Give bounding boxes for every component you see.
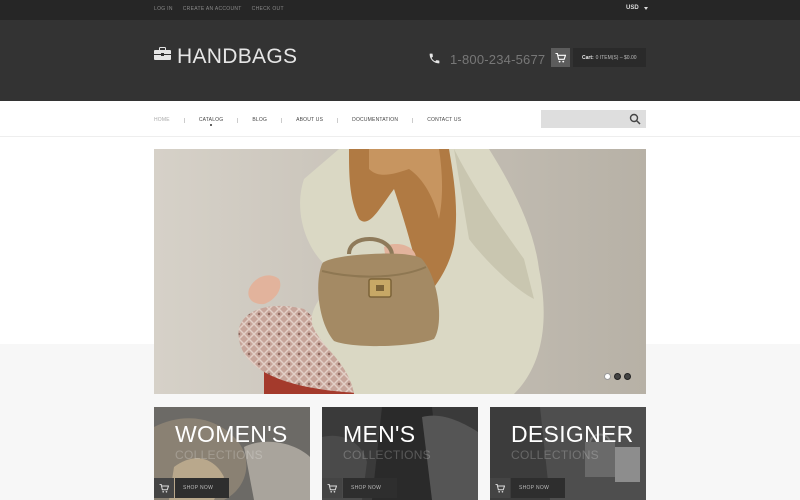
banner-womens[interactable]: WOMEN'S COLLECTIONS SHOP NOW bbox=[154, 407, 310, 500]
banner-cart-button[interactable] bbox=[490, 478, 510, 498]
banner-mens[interactable]: MEN'S COLLECTIONS SHOP NOW bbox=[322, 407, 478, 500]
nav-item-home[interactable]: HOME bbox=[154, 117, 170, 123]
hero-slider[interactable] bbox=[154, 149, 646, 394]
nav-item-catalog[interactable]: CATALOG bbox=[198, 117, 224, 126]
cart-label: Cart: bbox=[582, 54, 594, 61]
banner-cart-button[interactable] bbox=[154, 478, 174, 498]
nav-divider bbox=[237, 117, 239, 123]
banner-subtitle: COLLECTIONS bbox=[343, 448, 431, 462]
currency-selector[interactable]: USD bbox=[626, 5, 648, 11]
dropdown-indicator-icon bbox=[210, 124, 213, 126]
search-box bbox=[541, 110, 646, 128]
cart-summary[interactable]: Cart: 0 ITEM(S) – $0.00 bbox=[573, 48, 646, 67]
banner-designer[interactable]: DESIGNER COLLECTIONS SHOP NOW bbox=[490, 407, 646, 500]
cart-button[interactable] bbox=[551, 48, 570, 67]
nav-item-about-us[interactable]: ABOUT US bbox=[296, 117, 323, 123]
cart-icon bbox=[327, 483, 337, 493]
shop-now-button[interactable]: SHOP NOW bbox=[343, 478, 397, 498]
cart-count: 0 ITEM(S) – $0.00 bbox=[595, 54, 637, 61]
chevron-down-icon bbox=[643, 6, 648, 10]
site-header: HANDBAGS 1-800-234-5677 Cart: 0 ITEM(S) … bbox=[0, 20, 800, 101]
nav-item-blog[interactable]: BLOG bbox=[252, 117, 267, 123]
cart-icon bbox=[159, 483, 169, 493]
banner-subtitle: COLLECTIONS bbox=[175, 448, 263, 462]
search-icon[interactable] bbox=[629, 113, 641, 125]
slide-image bbox=[154, 149, 646, 394]
shop-now-button[interactable]: SHOP NOW bbox=[511, 478, 565, 498]
cart-icon bbox=[495, 483, 505, 493]
shop-now-button[interactable]: SHOP NOW bbox=[175, 478, 229, 498]
banner-title: DESIGNER bbox=[511, 421, 634, 447]
slider-dot-3[interactable] bbox=[624, 373, 631, 380]
banner-subtitle: COLLECTIONS bbox=[511, 448, 599, 462]
nav-divider bbox=[281, 117, 283, 123]
briefcase-icon bbox=[154, 47, 171, 60]
slider-dot-2[interactable] bbox=[614, 373, 621, 380]
nav-divider bbox=[183, 117, 185, 123]
banner-title: WOMEN'S bbox=[175, 421, 288, 447]
login-link[interactable]: LOG IN bbox=[154, 6, 173, 12]
account-links: LOG IN CREATE AN ACCOUNT CHECK OUT bbox=[154, 6, 284, 12]
nav-menu: HOME CATALOG BLOG ABOUT US DOCUMENTATION… bbox=[154, 117, 461, 126]
nav-item-catalog-label: CATALOG bbox=[198, 117, 224, 123]
nav-item-documentation[interactable]: DOCUMENTATION bbox=[352, 117, 398, 123]
site-logo[interactable]: HANDBAGS bbox=[177, 45, 297, 69]
main-navigation: HOME CATALOG BLOG ABOUT US DOCUMENTATION… bbox=[0, 101, 800, 137]
nav-divider bbox=[412, 117, 414, 123]
cart-icon bbox=[555, 52, 566, 63]
nav-item-contact-us[interactable]: CONTACT US bbox=[427, 117, 461, 123]
create-account-link[interactable]: CREATE AN ACCOUNT bbox=[183, 6, 242, 12]
currency-label: USD bbox=[626, 5, 639, 11]
slider-dot-1[interactable] bbox=[604, 373, 611, 380]
banner-cart-button[interactable] bbox=[322, 478, 342, 498]
slider-pagination bbox=[604, 373, 631, 380]
banner-title: MEN'S bbox=[343, 421, 416, 447]
phone-icon bbox=[429, 53, 440, 64]
phone-number: 1-800-234-5677 bbox=[450, 52, 546, 67]
checkout-link[interactable]: CHECK OUT bbox=[252, 6, 284, 12]
search-input[interactable] bbox=[541, 110, 626, 128]
nav-divider bbox=[337, 117, 339, 123]
top-bar: LOG IN CREATE AN ACCOUNT CHECK OUT USD bbox=[0, 0, 800, 20]
